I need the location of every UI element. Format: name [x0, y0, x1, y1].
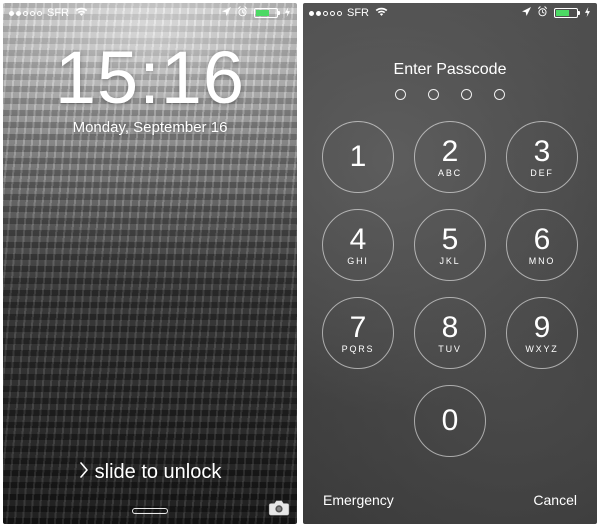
- alarm-icon: [537, 6, 548, 20]
- alarm-icon: [237, 6, 248, 20]
- wifi-icon: [375, 7, 388, 20]
- time-display: 15:16: [3, 41, 297, 115]
- keypad: 1 2ABC 3DEF 4GHI 5JKL 6MNO 7PQRS 8TUV 9W…: [303, 121, 597, 457]
- carrier-label: SFR: [347, 7, 369, 19]
- clock-block: 15:16 Monday, September 16: [3, 41, 297, 136]
- battery-icon: [254, 8, 278, 18]
- location-icon: [522, 7, 531, 19]
- passcode-screen: SFR Enter Passcode 1 2ABC 3DEF 4GHI 5JK: [303, 3, 597, 524]
- key-2[interactable]: 2ABC: [414, 121, 486, 193]
- key-8[interactable]: 8TUV: [414, 297, 486, 369]
- status-bar: SFR: [303, 3, 597, 23]
- passcode-title: Enter Passcode: [303, 61, 597, 79]
- date-display: Monday, September 16: [3, 119, 297, 136]
- emergency-button[interactable]: Emergency: [323, 492, 394, 508]
- signal-strength-icon: [9, 11, 42, 16]
- camera-icon: [268, 499, 290, 517]
- charging-icon: [284, 7, 291, 20]
- charging-icon: [584, 7, 591, 20]
- key-9[interactable]: 9WXYZ: [506, 297, 578, 369]
- location-icon: [222, 7, 231, 19]
- status-bar: SFR: [3, 3, 297, 23]
- wifi-icon: [75, 7, 88, 20]
- key-7[interactable]: 7PQRS: [322, 297, 394, 369]
- unlock-label: slide to unlock: [95, 461, 222, 484]
- key-4[interactable]: 4GHI: [322, 209, 394, 281]
- lock-screen: SFR 15:16 Monday, September 16 slide t: [3, 3, 297, 524]
- slide-to-unlock[interactable]: slide to unlock: [3, 461, 297, 484]
- key-1[interactable]: 1: [322, 121, 394, 193]
- key-6[interactable]: 6MNO: [506, 209, 578, 281]
- camera-button[interactable]: [267, 498, 291, 518]
- control-center-grabber[interactable]: [132, 508, 168, 514]
- signal-strength-icon: [309, 11, 342, 16]
- pin-indicator: [303, 89, 597, 100]
- battery-icon: [554, 8, 578, 18]
- chevron-right-icon: [79, 461, 89, 484]
- carrier-label: SFR: [47, 7, 69, 19]
- key-0[interactable]: 0: [414, 385, 486, 457]
- cancel-button[interactable]: Cancel: [533, 492, 577, 508]
- key-5[interactable]: 5JKL: [414, 209, 486, 281]
- key-3[interactable]: 3DEF: [506, 121, 578, 193]
